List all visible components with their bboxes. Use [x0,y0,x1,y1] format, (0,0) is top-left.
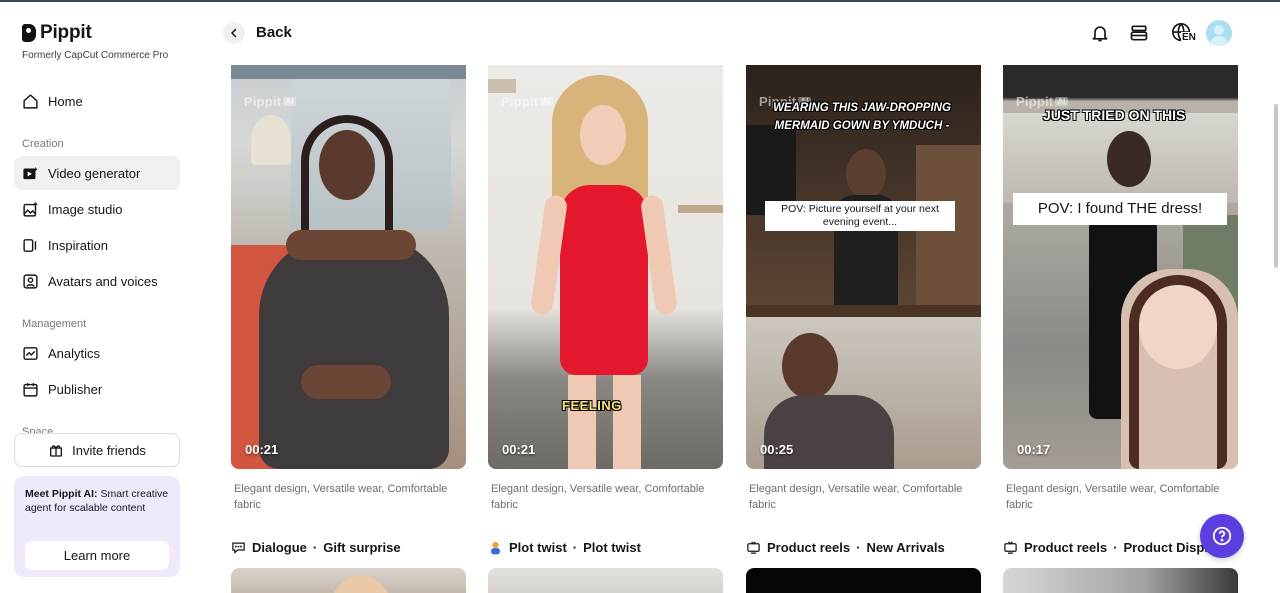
video-duration: 00:17 [1017,442,1051,457]
sidebar-item-label: Avatars and voices [48,273,158,289]
card-description: Elegant design, Versatile wear, Comforta… [234,483,448,511]
help-button[interactable] [1200,514,1244,558]
video-caption: FEELING [562,398,622,413]
calendar-icon [23,382,38,397]
video-thumbnail[interactable] [231,568,466,593]
video-thumbnail[interactable] [1003,568,1238,593]
sidebar-item-analytics[interactable]: Analytics [14,336,180,370]
home-icon [23,93,38,109]
language-code: EN [1181,32,1197,43]
video-caption-box: POV: Picture yourself at your next eveni… [765,201,955,231]
template-card[interactable]: Pippit AI WEARING THIS JAW-DROPPING MERMA… [746,65,981,513]
watermark: Pippit AI [244,94,296,109]
sidebar-item-video-generator[interactable]: Video generator [14,156,180,190]
video-caption-box: POV: I found THE dress! [1013,193,1227,225]
video-duration: 00:21 [502,442,536,457]
tv-icon [747,541,760,554]
video-caption-top: WEARING THIS JAW-DROPPING MERMAID GOWN B… [773,102,951,132]
bell-icon [1092,26,1108,42]
video-thumbnail[interactable]: Pippit AI FEELING 00:21 [488,65,723,469]
video-thumbnail[interactable]: Pippit AI 00:21 [231,65,466,469]
sidebar-item-home[interactable]: Home [14,84,180,118]
back-button[interactable] [223,22,245,44]
template-card[interactable]: Pippit AI 00:21 Elegant design, Versatile… [231,65,466,513]
stack-icon [1130,25,1148,41]
chevron-left-icon [231,28,237,38]
language-button[interactable]: EN [1167,21,1197,45]
video-thumbnail[interactable]: Pippit AI JUST TRIED ON THIS POV: I found… [1003,65,1238,469]
brand-subtitle: Formerly CapCut Commerce Pro [22,50,169,61]
video-duration: 00:25 [760,442,794,457]
sidebar-item-publisher[interactable]: Publisher [14,372,180,406]
user-avatar[interactable] [1206,20,1232,46]
section-management: Management [22,318,87,330]
sidebar-item-label: Publisher [48,381,103,397]
inspiration-icon [23,238,37,252]
video-thumbnail[interactable]: Pippit AI WEARING THIS JAW-DROPPING MERMA… [746,65,981,469]
pippit-logo-icon [22,24,36,42]
category-heading[interactable]: Product reels · New Arrivals [746,540,945,555]
sidebar-item-label: Inspiration [48,237,108,253]
sidebar-item-inspiration[interactable]: Inspiration [14,228,180,262]
category-heading[interactable]: Product reels · Product Display [1003,540,1222,555]
avatar-icon [23,273,38,289]
watermark: Pippit AI [501,94,553,109]
card-description: Elegant design, Versatile wear, Comforta… [749,483,963,511]
back-label[interactable]: Back [256,24,292,41]
gift-icon [50,445,63,457]
analytics-icon [23,346,38,360]
sidebar-item-image-studio[interactable]: Image studio [14,192,180,226]
card-description: Elegant design, Versatile wear, Comforta… [491,483,705,511]
brand[interactable]: Pippit Formerly CapCut Commerce Pro [22,22,168,61]
learn-more-button[interactable]: Learn more [25,541,169,570]
speech-bubble-icon [232,542,245,554]
image-studio-icon [23,201,38,217]
brand-name: Pippit [40,22,92,43]
person-icon [491,541,500,555]
section-creation: Creation [22,138,64,150]
sidebar-item-avatars-and-voices[interactable]: Avatars and voices [14,264,180,298]
promo-text: Meet Pippit AI: Smart creative agent for… [25,488,169,514]
invite-friends-button[interactable]: Invite friends [14,433,180,467]
page-scrollbar[interactable] [1274,104,1278,268]
promo-card: Meet Pippit AI: Smart creative agent for… [14,476,180,577]
sidebar-item-label: Home [48,93,83,109]
template-card[interactable]: Pippit AI FEELING 00:21 Elegant design, V… [488,65,723,513]
template-card[interactable]: Pippit AI JUST TRIED ON THIS POV: I found… [1003,65,1238,513]
category-heading[interactable]: Dialogue · Gift surprise [231,540,401,555]
video-thumbnail[interactable] [746,568,981,593]
video-generator-icon [23,166,38,179]
notifications-button[interactable] [1088,21,1112,45]
sidebar-item-label: Image studio [48,201,123,217]
storage-button[interactable] [1127,21,1151,45]
video-caption-top: JUST TRIED ON THIS [1043,107,1186,123]
question-icon [1212,526,1232,546]
card-description: Elegant design, Versatile wear, Comforta… [1006,483,1220,511]
video-duration: 00:21 [245,442,279,457]
sidebar-item-label: Video generator [48,165,141,181]
tv-icon [1004,541,1017,554]
sidebar-item-label: Analytics [48,345,101,361]
category-heading[interactable]: Plot twist · Plot twist [488,540,641,555]
video-thumbnail[interactable] [488,568,723,593]
invite-friends-label: Invite friends [72,442,146,458]
